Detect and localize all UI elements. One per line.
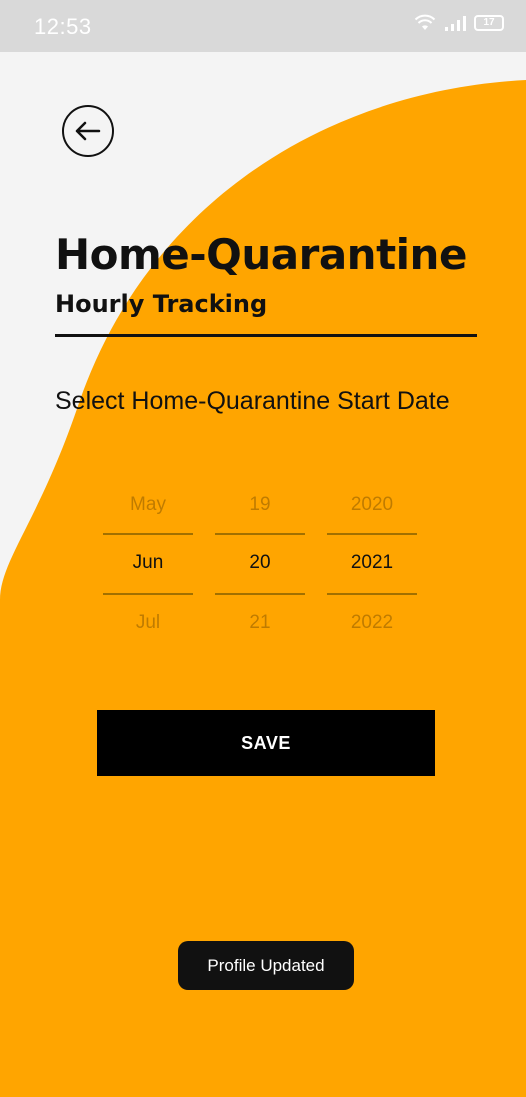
month-prev[interactable]: May: [103, 485, 193, 525]
day-selected[interactable]: 20: [215, 543, 305, 583]
save-button[interactable]: SAVE: [97, 710, 435, 776]
day-next[interactable]: 21: [215, 603, 305, 643]
header-divider: [55, 334, 477, 337]
battery-icon: 17: [474, 15, 504, 31]
battery-level: 17: [483, 17, 495, 28]
page-subtitle: Hourly Tracking: [55, 290, 268, 318]
picker-divider: [215, 533, 305, 535]
year-picker[interactable]: 2020 2021 2022: [327, 485, 417, 643]
back-button[interactable]: [62, 105, 114, 157]
picker-divider: [103, 533, 193, 535]
year-prev[interactable]: 2020: [327, 485, 417, 525]
status-time: 12:53: [34, 14, 92, 39]
picker-divider: [103, 593, 193, 595]
arrow-left-icon: [75, 121, 101, 141]
wifi-icon: [414, 14, 436, 30]
picker-divider: [327, 533, 417, 535]
day-prev[interactable]: 19: [215, 485, 305, 525]
month-selected[interactable]: Jun: [103, 543, 193, 583]
year-selected[interactable]: 2021: [327, 543, 417, 583]
signal-icon: [445, 16, 466, 31]
picker-divider: [327, 593, 417, 595]
status-bar: 12:53 17: [0, 0, 526, 52]
status-icons: 17: [414, 14, 504, 32]
month-next[interactable]: Jul: [103, 603, 193, 643]
year-next[interactable]: 2022: [327, 603, 417, 643]
picker-divider: [215, 593, 305, 595]
month-picker[interactable]: May Jun Jul: [103, 485, 193, 643]
date-prompt: Select Home-Quarantine Start Date: [55, 387, 450, 415]
toast-message: Profile Updated: [178, 941, 354, 990]
day-picker[interactable]: 19 20 21: [215, 485, 305, 643]
page-title: Home-Quarantine: [55, 230, 467, 279]
